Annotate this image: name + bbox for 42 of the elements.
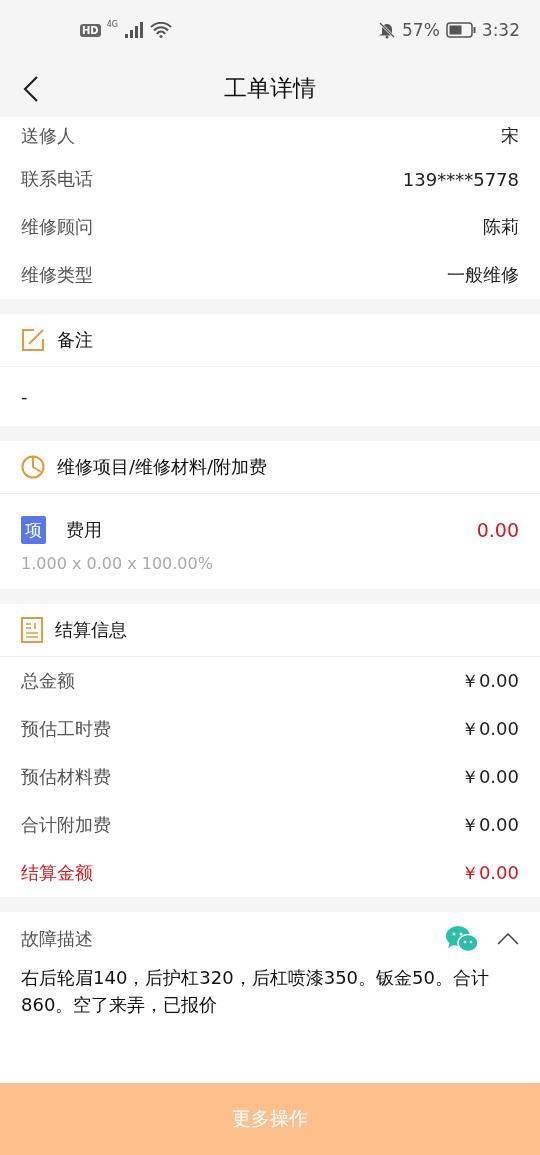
settlement-label: 合计附加费 <box>21 813 111 837</box>
remarks-text: - <box>20 385 29 409</box>
settlement-label: 结算金额 <box>21 861 93 885</box>
clock-time: 3:32 <box>481 20 520 40</box>
field-label: 维修顾问 <box>21 215 93 239</box>
battery-icon <box>445 22 476 38</box>
field-value: 139****5778 <box>402 168 519 190</box>
more-actions-button[interactable]: 更多操作 <box>0 1083 540 1155</box>
battery-percent: 57% <box>402 20 440 40</box>
network-type: 4G <box>106 20 118 29</box>
section-title: 备注 <box>57 328 93 352</box>
settlement-label: 预估工时费 <box>21 717 111 741</box>
settlement-value: ￥0.00 <box>460 765 519 789</box>
pie-chart-icon <box>21 455 45 479</box>
item-name: 费用 <box>66 518 103 542</box>
field-label: 联系电话 <box>21 167 93 191</box>
fault-description: 右后轮眉140，后护杠320，后杠喷漆350。钣金50。合计860。空了来弄，已报价 <box>21 966 490 1017</box>
settlement-value: ￥0.00 <box>460 861 519 885</box>
collapse-icon[interactable] <box>497 933 519 945</box>
field-value: 宋 <box>501 124 519 148</box>
field-label: 送修人 <box>21 124 75 148</box>
field-value: 一般维修 <box>447 263 519 287</box>
section-title: 维修项目/维修材料/附加费 <box>57 455 268 479</box>
settlement-label: 预估材料费 <box>21 765 111 789</box>
hd-badge: HD <box>80 23 101 37</box>
page-title: 工单详情 <box>224 74 316 103</box>
receipt-icon <box>21 617 43 643</box>
muted-bell-icon <box>378 21 396 39</box>
settlement-value: ￥0.00 <box>460 669 519 693</box>
signal-icon <box>123 22 144 38</box>
section-title: 结算信息 <box>55 618 127 642</box>
settlement-label: 总金额 <box>21 669 75 693</box>
field-label: 维修类型 <box>21 263 93 287</box>
settlement-value: ￥0.00 <box>460 813 519 837</box>
item-amount: 0.00 <box>476 519 519 541</box>
edit-icon <box>21 328 45 352</box>
wifi-icon <box>149 22 172 38</box>
settlement-value: ￥0.00 <box>460 717 519 741</box>
field-value: 陈莉 <box>483 215 519 239</box>
item-formula: 1.000 x 0.00 x 100.00% <box>21 554 214 573</box>
fault-title: 故障描述 <box>21 927 94 951</box>
item-badge: 项 <box>21 516 46 544</box>
